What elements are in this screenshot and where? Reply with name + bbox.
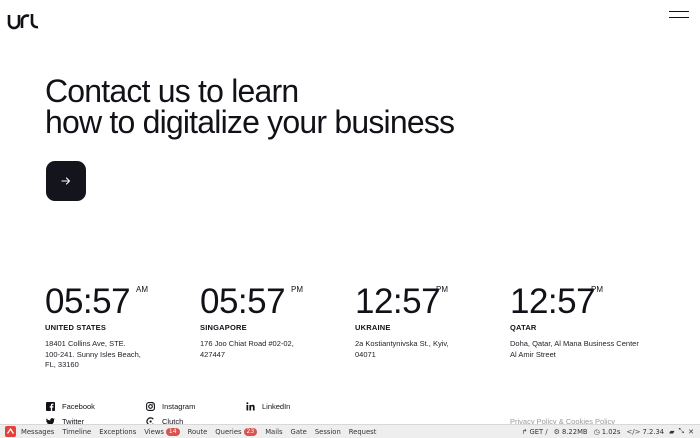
queries-count-badge: 23 — [243, 427, 258, 436]
debugbar-memory: ⚙ 8.22MB — [551, 428, 591, 436]
office-address: 176 Joo Chiat Road #02-02, 427447 — [200, 339, 294, 359]
office-address: Doha, Qatar, Al Mana Business Center Al … — [510, 339, 639, 359]
office-time: 05:57 — [200, 282, 286, 321]
debugbar-time: ◷ 1.02s — [591, 428, 624, 436]
social-label: Instagram — [162, 401, 196, 411]
social-label: Facebook — [62, 401, 95, 411]
debugbar-tab-timeline[interactable]: Timeline — [58, 428, 95, 436]
office-country: SINGAPORE — [200, 323, 247, 332]
contact-cta-button[interactable] — [46, 161, 86, 201]
office-ampm: PM — [291, 285, 303, 294]
instagram-icon — [145, 401, 155, 411]
linkedin-icon — [245, 401, 255, 411]
debugbar-tab-route[interactable]: Route — [184, 428, 212, 436]
office-ukraine: 12:57 PM UKRAINE 2a Kostiantynivska St.,… — [355, 282, 505, 359]
debugbar-tab-exceptions[interactable]: Exceptions — [95, 428, 140, 436]
office-country: QATAR — [510, 323, 537, 332]
office-country: UKRAINE — [355, 323, 391, 332]
social-link-linkedin[interactable]: LinkedIn — [245, 401, 290, 411]
debugbar-tab-mails[interactable]: Mails — [261, 428, 286, 436]
minimize-icon[interactable]: ⤡ — [677, 427, 687, 436]
php-version: 7.2.34 — [642, 427, 665, 436]
debugbar-tab-session[interactable]: Session — [311, 428, 345, 436]
cogs-icon: ⚙ — [553, 427, 560, 436]
office-country: UNITED STATES — [45, 323, 107, 332]
office-address: 2a Kostiantynivska St., Kyiv, 04071 — [355, 339, 449, 359]
clock-icon: ◷ — [593, 427, 600, 436]
brand-logo[interactable] — [7, 12, 39, 30]
memory-usage: 8.22MB — [561, 427, 588, 436]
debugbar-route[interactable]: ↱ GET / — [519, 428, 551, 436]
debugbar-tab-messages[interactable]: Messages — [17, 428, 58, 436]
views-count-badge: 14 — [165, 427, 180, 436]
debugbar-status: ↱ GET / ⚙ 8.22MB ◷ 1.02s </> 7.2.34 ▰ ⤡ … — [519, 425, 696, 438]
office-address: 18401 Collins Ave, STE. 100-241. Sunny I… — [45, 339, 141, 369]
debugbar-tab-request[interactable]: Request — [345, 428, 381, 436]
debugbar-tab-gate[interactable]: Gate — [287, 428, 311, 436]
debugbar-php: </> 7.2.34 — [623, 428, 667, 436]
office-ampm: PM — [591, 285, 603, 294]
office-qatar: 12:57 PM QATAR Doha, Qatar, Al Mana Busi… — [510, 283, 680, 359]
facebook-icon — [45, 401, 55, 411]
hero-line-2: how to digitalize your business — [45, 104, 455, 140]
arrow-right-icon — [61, 177, 71, 185]
close-icon[interactable]: ✕ — [686, 428, 696, 436]
office-time: 12:57 — [355, 282, 441, 321]
debug-bar: Messages Timeline Exceptions Views 14 Ro… — [0, 424, 700, 438]
code-icon: </> — [626, 427, 641, 436]
debugbar-tab-label: Views — [144, 427, 164, 436]
request-method-path: GET / — [529, 427, 548, 436]
social-link-facebook[interactable]: Facebook — [45, 401, 95, 411]
office-singapore: 05:57 PM SINGAPORE 176 Joo Chiat Road #0… — [200, 282, 350, 359]
office-ampm: AM — [136, 285, 148, 294]
request-duration: 1.02s — [601, 427, 621, 436]
hamburger-icon-line — [669, 11, 689, 13]
menu-button[interactable] — [669, 10, 689, 20]
debugbar-logo-icon[interactable] — [3, 425, 17, 438]
social-label: LinkedIn — [262, 401, 291, 411]
social-link-instagram[interactable]: Instagram — [145, 401, 195, 411]
share-icon: ↱ — [521, 427, 528, 436]
debugbar-tab-label: Queries — [215, 427, 242, 436]
debugbar-tab-queries[interactable]: Queries 23 — [211, 427, 261, 436]
hamburger-icon-line — [669, 17, 689, 19]
debugbar-tab-views[interactable]: Views 14 — [140, 427, 183, 436]
office-ampm: PM — [436, 285, 448, 294]
folder-open-icon[interactable]: ▰ — [667, 428, 676, 436]
office-time: 05:57 — [45, 282, 131, 321]
hero-heading: Contact us to learn how to digitalize yo… — [45, 73, 455, 140]
hero-line-1: Contact us to learn — [45, 73, 299, 109]
office-us: 05:57 AM UNITED STATES 18401 Collins Ave… — [45, 282, 195, 370]
